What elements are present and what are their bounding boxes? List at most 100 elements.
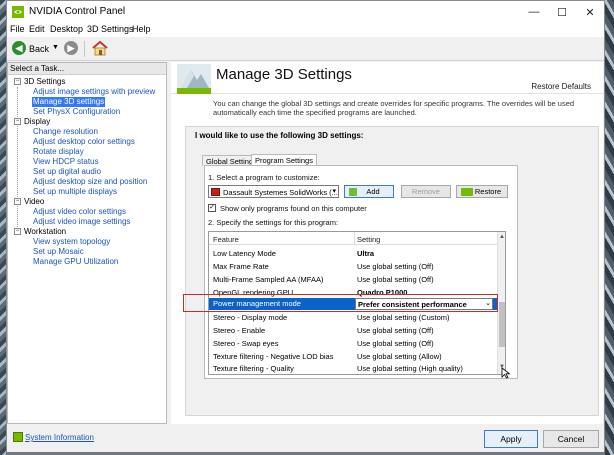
setting-cell[interactable]: Use global setting (Off)	[357, 262, 434, 271]
menu-edit[interactable]: Edit	[29, 24, 45, 34]
task-change-resolution[interactable]: Change resolution	[33, 127, 98, 137]
minimize-icon: —	[528, 6, 540, 18]
setting-cell[interactable]: Use global setting (Custom)	[357, 313, 450, 322]
feature-cell: Max Frame Rate	[213, 262, 269, 271]
forward-arrow-icon[interactable]: ▶	[64, 41, 78, 55]
table-row[interactable]: Stereo - Enable Use global setting (Off)	[209, 325, 497, 337]
page-title: Manage 3D Settings	[216, 66, 352, 83]
setting-cell[interactable]: Use global setting (Off)	[357, 275, 434, 284]
table-header: Feature Setting	[209, 232, 497, 245]
feature-cell: Stereo - Enable	[213, 326, 266, 335]
home-icon[interactable]	[91, 40, 109, 56]
page-description: You can change the global 3D settings an…	[213, 99, 575, 117]
task-adjust-desktop-color[interactable]: Adjust desktop color settings	[33, 137, 135, 147]
restore-defaults-link[interactable]: Restore Defaults	[531, 82, 591, 91]
add-program-button[interactable]: Add	[344, 185, 394, 198]
specify-settings-label: 2. Specify the settings for this program…	[208, 218, 339, 227]
table-row[interactable]: Texture filtering - Negative LOD bias Use…	[209, 351, 497, 363]
show-only-checkbox[interactable]: ✓	[208, 204, 216, 212]
category-label: Display	[24, 117, 51, 126]
restore-program-button[interactable]: Restore	[456, 185, 508, 198]
add-icon	[349, 188, 357, 196]
table-row[interactable]: Multi-Frame Sampled AA (MFAA) Use global …	[209, 274, 497, 286]
close-button[interactable]: ✕	[576, 1, 604, 23]
feature-cell: Stereo - Swap eyes	[213, 339, 279, 348]
desktop-background-right	[605, 0, 614, 455]
task-set-up-multiple-displays[interactable]: Set up multiple displays	[33, 187, 117, 197]
menu-bar: File Edit Desktop 3D Settings Help	[7, 23, 604, 37]
apply-button[interactable]: Apply	[484, 430, 538, 448]
minimize-button[interactable]: —	[520, 1, 548, 23]
task-view-system-topology[interactable]: View system topology	[33, 237, 110, 247]
menu-desktop[interactable]: Desktop	[50, 24, 83, 34]
scroll-up-icon[interactable]: ▲	[499, 234, 505, 240]
table-row[interactable]: Low Latency Mode Ultra	[209, 248, 497, 260]
task-panel-title: Select a Task...	[10, 64, 65, 73]
close-icon: ✕	[585, 6, 595, 19]
system-information-link[interactable]: System Information	[25, 433, 94, 442]
tree-category-workstation[interactable]: − Workstation	[14, 227, 66, 237]
task-adjust-image-settings[interactable]: Adjust image settings with preview	[33, 87, 155, 97]
task-manage-gpu-utilization[interactable]: Manage GPU Utilization	[33, 257, 118, 267]
remove-label: Remove	[412, 187, 440, 196]
table-row[interactable]: Max Frame Rate Use global setting (Off)	[209, 261, 497, 273]
maximize-button[interactable]: ☐	[548, 1, 576, 23]
apply-label: Apply	[500, 434, 522, 444]
menu-3d-settings[interactable]: 3D Settings	[87, 24, 134, 34]
toolbar: ◀ Back ▼ ▶	[7, 37, 604, 61]
restore-label: Restore	[474, 187, 502, 196]
back-button[interactable]: Back	[29, 44, 49, 54]
setting-cell[interactable]: Use global setting (High quality)	[357, 364, 463, 373]
tree-line	[17, 87, 18, 235]
back-arrow-icon[interactable]: ◀	[12, 41, 26, 55]
annotation-highlight-box	[183, 294, 498, 312]
task-adjust-desktop-size[interactable]: Adjust desktop size and position	[33, 177, 147, 187]
show-only-label: Show only programs found on this compute…	[220, 204, 367, 213]
program-select[interactable]: Dassault Systemes SolidWorks (... ▾	[208, 185, 339, 198]
title-bar[interactable]: NVIDIA Control Panel — ☐ ✕	[7, 1, 604, 23]
task-rotate-display[interactable]: Rotate display	[33, 147, 84, 157]
feature-cell: Texture filtering - Negative LOD bias	[213, 352, 334, 361]
cancel-button[interactable]: Cancel	[543, 430, 599, 448]
back-dropdown-icon[interactable]: ▼	[52, 44, 59, 51]
task-adjust-video-image[interactable]: Adjust video image settings	[33, 217, 130, 227]
task-set-up-digital-audio[interactable]: Set up digital audio	[33, 167, 101, 177]
scroll-thumb[interactable]	[499, 302, 505, 347]
collapse-icon[interactable]: −	[14, 118, 21, 126]
toolbar-separator	[84, 41, 85, 57]
setting-cell[interactable]: Use global setting (Allow)	[357, 352, 442, 361]
program-select-value: Dassault Systemes SolidWorks (...	[223, 188, 338, 197]
collapse-icon[interactable]: −	[14, 198, 21, 206]
tree-category-video[interactable]: − Video	[14, 197, 44, 207]
task-set-up-mosaic[interactable]: Set up Mosaic	[33, 247, 84, 257]
add-label: Add	[366, 187, 380, 196]
category-label: Video	[24, 197, 45, 206]
menu-help[interactable]: Help	[132, 24, 151, 34]
feature-cell: Texture filtering - Quality	[213, 364, 294, 373]
menu-file[interactable]: File	[10, 24, 25, 34]
nvidia-restore-icon	[461, 188, 473, 196]
setting-cell[interactable]: Use global setting (Off)	[357, 326, 434, 335]
nvidia-logo-icon	[12, 6, 24, 18]
table-row[interactable]: Texture filtering - Quality Use global se…	[209, 363, 497, 374]
task-manage-3d-settings[interactable]: Manage 3D settings	[32, 97, 106, 107]
mouse-cursor-icon	[501, 367, 511, 379]
setting-column-header[interactable]: Setting	[357, 235, 380, 244]
task-view-hdcp-status[interactable]: View HDCP status	[33, 157, 99, 167]
setting-cell[interactable]: Use global setting (Off)	[357, 339, 434, 348]
collapse-icon[interactable]: −	[14, 78, 21, 86]
table-row[interactable]: Stereo - Display mode Use global setting …	[209, 312, 497, 324]
collapse-icon[interactable]: −	[14, 228, 21, 236]
column-divider[interactable]	[354, 232, 355, 245]
group-title: I would like to use the following 3D set…	[195, 131, 364, 140]
tree-category-display[interactable]: − Display	[14, 117, 50, 127]
3d-settings-icon	[177, 64, 211, 94]
tree-category-3d-settings[interactable]: −3D Settings	[14, 77, 65, 87]
table-row[interactable]: Stereo - Swap eyes Use global setting (Of…	[209, 338, 497, 350]
task-set-physx-configuration[interactable]: Set PhysX Configuration	[33, 107, 120, 117]
feature-column-header[interactable]: Feature	[213, 235, 239, 244]
setting-cell[interactable]: Ultra	[357, 249, 374, 258]
remove-program-button[interactable]: Remove	[401, 185, 451, 198]
table-scrollbar[interactable]: ▲ ▼	[497, 232, 505, 374]
task-adjust-video-color[interactable]: Adjust video color settings	[33, 207, 126, 217]
